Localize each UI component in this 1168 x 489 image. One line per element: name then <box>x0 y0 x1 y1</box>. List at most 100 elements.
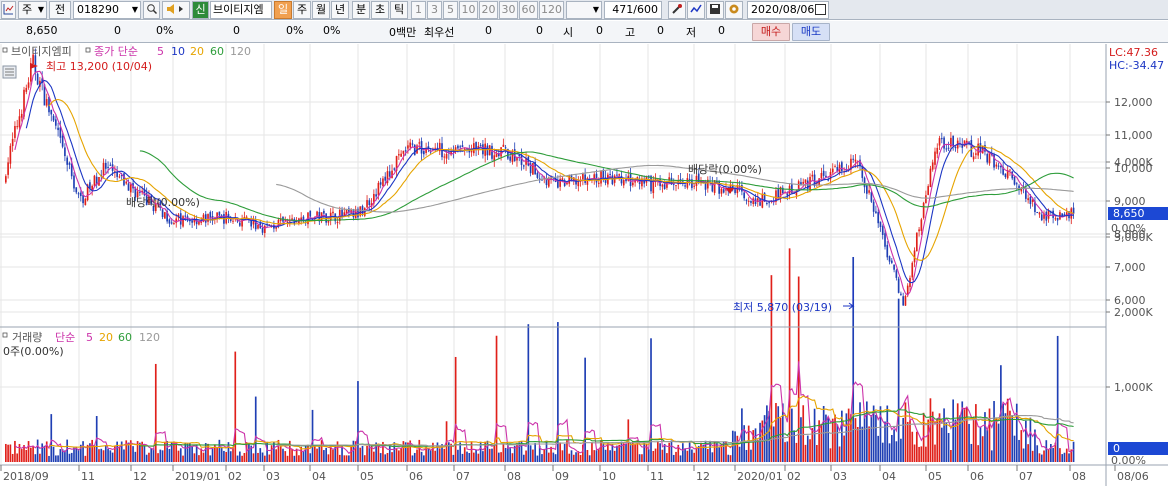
candle-body <box>129 184 132 193</box>
period-year-button[interactable]: 년 <box>331 1 349 19</box>
period-week-button[interactable]: 주 <box>293 1 311 19</box>
volume-bar <box>820 423 823 462</box>
volume-bar <box>511 453 514 462</box>
candle-body <box>1029 196 1032 205</box>
sell-button[interactable]: 매도 <box>792 23 830 41</box>
period-second-button[interactable]: 초 <box>371 1 389 19</box>
volume-bar <box>18 443 21 462</box>
volume-bar <box>398 450 400 462</box>
save-icon[interactable] <box>706 1 724 19</box>
candle-body <box>1015 183 1018 185</box>
volume-bar <box>391 452 393 462</box>
volume-bar <box>763 415 766 462</box>
volume-bar <box>157 453 159 462</box>
candle-body <box>915 232 918 252</box>
vol-legend-ma120: 120 <box>139 331 160 344</box>
volume-bar <box>500 452 502 462</box>
volume-bar <box>204 443 207 462</box>
indicator-icon[interactable] <box>687 1 705 19</box>
volume-bar <box>82 441 84 462</box>
buy-button[interactable]: 매수 <box>752 23 790 41</box>
volume-bar <box>472 452 475 462</box>
candle-body <box>1056 217 1059 221</box>
minute-30-button[interactable]: 30 <box>499 1 518 19</box>
period-tick-button[interactable]: 틱 <box>390 1 408 19</box>
volume-bar <box>1029 417 1032 462</box>
period-month-button[interactable]: 월 <box>312 1 330 19</box>
candle-body <box>184 215 187 217</box>
minute-120-button[interactable]: 120 <box>539 1 564 19</box>
candle-body <box>902 296 905 306</box>
volume-bar <box>400 448 402 462</box>
volume-bar <box>972 416 975 462</box>
candle-body <box>218 211 221 216</box>
x-axis-label: 02 <box>787 470 801 483</box>
stock-code-input[interactable]: 018290 ▼ <box>73 1 141 19</box>
market-type-select[interactable]: 주 ▼ <box>18 1 47 19</box>
volume-bar <box>195 445 198 462</box>
volume-bar <box>936 419 939 462</box>
candle-body <box>1047 210 1050 219</box>
volume-bar <box>36 439 39 462</box>
volume-bar <box>236 455 239 462</box>
volume-bar <box>70 452 73 462</box>
volume-bar <box>111 452 114 462</box>
volume-bar <box>836 424 839 462</box>
previous-button[interactable]: 전 <box>49 1 71 19</box>
volume-bar <box>695 447 698 462</box>
volume-bar <box>252 453 255 462</box>
volume-bar <box>225 452 228 462</box>
minute-3-button[interactable]: 3 <box>427 1 442 19</box>
volume-bar <box>816 445 818 462</box>
candle-body <box>509 156 512 161</box>
volume-bar <box>993 401 995 462</box>
minute-1-button[interactable]: 1 <box>411 1 426 19</box>
current-volume-pct: 0.00% <box>1111 454 1146 467</box>
candle-body <box>368 200 371 206</box>
minute-60-button[interactable]: 60 <box>519 1 538 19</box>
volume-bar <box>363 455 366 462</box>
volume-bar <box>759 422 761 462</box>
volume-bar <box>145 454 148 462</box>
candle-body <box>925 195 927 204</box>
stock-code-value: 018290 <box>77 3 119 16</box>
custom-interval-select[interactable]: ▼ <box>566 1 602 19</box>
volume-value: 0 <box>233 24 240 37</box>
gear-icon[interactable] <box>725 1 743 19</box>
period-minute-button[interactable]: 분 <box>352 1 370 19</box>
x-axis-label: 08 <box>1072 470 1086 483</box>
volume-bar <box>925 446 927 462</box>
minute-5-button[interactable]: 5 <box>443 1 458 19</box>
candle-body <box>750 200 752 203</box>
tools-icon[interactable] <box>668 1 686 19</box>
candle-body <box>443 156 446 158</box>
candle-body <box>831 168 834 173</box>
date-input[interactable]: 2020/08/06 <box>747 1 829 19</box>
volume-bar <box>395 449 398 462</box>
speaker-icon[interactable] <box>162 1 190 19</box>
minute-10-button[interactable]: 10 <box>459 1 478 19</box>
candle-body <box>109 164 112 166</box>
candle-body <box>52 115 55 121</box>
volume-bar <box>1004 413 1007 462</box>
volume-bar <box>666 453 668 462</box>
volume-bar <box>261 452 264 462</box>
volume-bar <box>29 447 32 462</box>
volume-bar <box>561 450 564 462</box>
volume-bar <box>293 455 296 462</box>
period-day-button[interactable]: 일 <box>274 1 292 19</box>
minute-20-button[interactable]: 20 <box>479 1 498 19</box>
search-icon[interactable] <box>143 1 160 19</box>
candle-body <box>911 262 914 278</box>
candle-body <box>75 187 78 193</box>
volume-bar <box>568 453 571 462</box>
chart-icon[interactable] <box>1 1 16 19</box>
candle-body <box>139 191 141 193</box>
volume-bar <box>652 450 655 462</box>
calendar-icon[interactable] <box>815 4 826 15</box>
volume-bar <box>488 448 491 462</box>
count-field[interactable]: 471/600 <box>604 1 662 19</box>
current-price-tag-value: 8,650 <box>1113 207 1145 220</box>
chart-area[interactable]: 브이티지엠피 종가 단순 5 10 20 60 120 LC:47.36 HC:… <box>0 44 1168 486</box>
candle-body <box>820 173 823 179</box>
